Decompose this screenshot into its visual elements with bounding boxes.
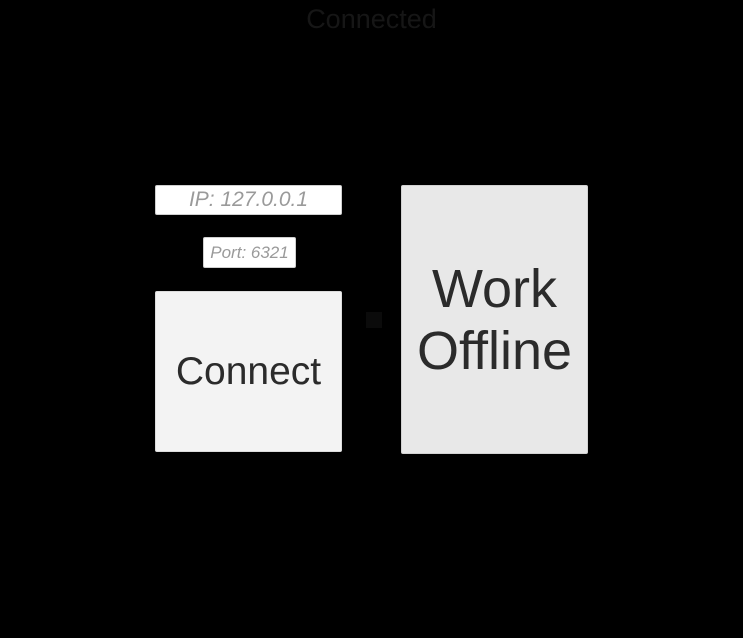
connection-status-text: Connected xyxy=(306,4,437,34)
port-field[interactable] xyxy=(203,237,296,268)
connect-button[interactable]: Connect xyxy=(155,291,342,452)
ip-address-field[interactable] xyxy=(155,185,342,215)
work-offline-button[interactable]: Work Offline xyxy=(401,185,588,454)
background-artifact xyxy=(366,312,382,328)
